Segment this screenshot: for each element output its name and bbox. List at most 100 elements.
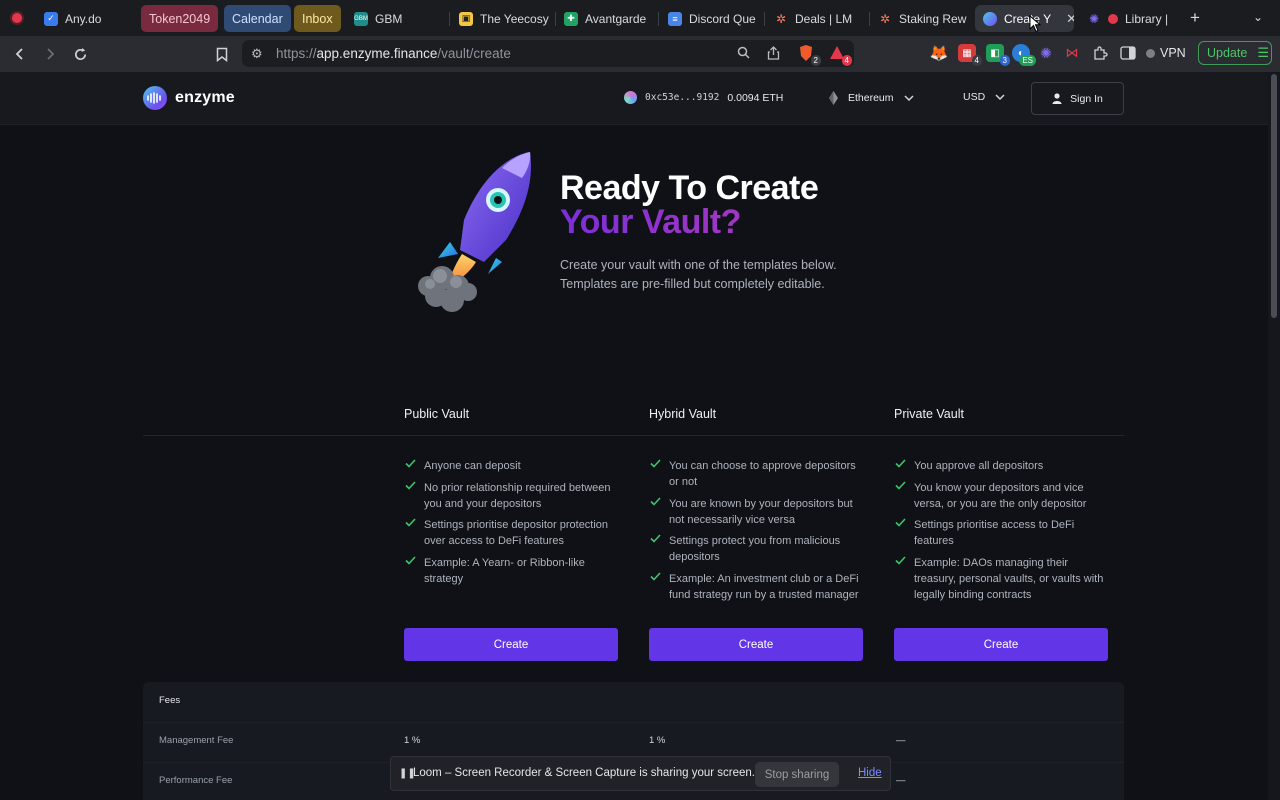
fees-title: Fees [159,695,181,706]
menu-icon: ☰ [1257,45,1269,60]
site-settings-icon[interactable]: ⚙ [251,46,263,62]
address-bar[interactable]: https://app.enzyme.finance/vault/create [242,40,854,67]
zoom-icon[interactable] [737,46,750,62]
extension-red-icon[interactable]: ▦ 4 [958,44,982,66]
tab-label: Create Y [1004,11,1052,26]
tab-staking-rewards[interactable]: ✲ Staking Rew [870,5,970,32]
private-vault-features: You approve all depositors You know your… [895,458,1110,608]
create-public-vault-button[interactable]: Create [404,628,618,661]
reload-icon[interactable] [71,45,89,63]
tab-group-label: Inbox [302,11,333,26]
chevron-down-icon [904,95,914,101]
bookmark-icon[interactable] [213,45,231,63]
docs-icon: ≡ [668,11,682,26]
tab-gbm[interactable]: GBM GBM [346,5,446,32]
network-selector[interactable]: Ethereum [829,91,914,105]
recording-indicator-icon[interactable] [6,8,28,28]
new-tab-icon[interactable]: + [1190,8,1200,28]
hybrid-vault-heading: Hybrid Vault [649,407,717,421]
tab-group-calendar[interactable]: Calendar [224,5,291,32]
tab-label: Avantgarde [585,11,647,26]
brave-shields-icon[interactable]: 2 [797,44,821,66]
check-icon [895,518,906,527]
tab-library[interactable]: ✺ Library | [1079,5,1179,32]
create-private-vault-button[interactable]: Create [894,628,1108,661]
tab-anydo[interactable]: ✓ Any.do [36,5,136,32]
page-scrollbar[interactable] [1268,72,1280,800]
check-icon [650,571,661,581]
feature-item: You can choose to approve depositors or … [650,458,865,490]
feature-item: Example: DAOs managing their treasury, p… [895,555,1110,603]
enzyme-logo-icon [143,86,167,110]
feature-item: You are known by your depositors but not… [650,496,865,528]
table-row: Management Fee 1 % 1 % — [143,722,1124,760]
tab-label: Library | [1125,11,1169,26]
tab-label: Deals | LM [795,11,853,26]
check-icon [405,555,416,565]
tab-yeecosy[interactable]: ▣ The Yeecosy [451,5,553,32]
create-hybrid-vault-button[interactable]: Create [649,628,863,661]
hubspot-icon: ✲ [775,11,787,26]
tab-deals[interactable]: ✲ Deals | LM [766,5,866,32]
feature-item: Example: A Yearn- or Ribbon-like strateg… [405,555,620,587]
tab-label: Discord Que [689,11,756,26]
hero-title: Ready To Create Your Vault? [560,169,819,241]
tab-label: The Yeecosy [480,11,549,26]
tab-create-vault[interactable]: Create Y ✕ [975,5,1074,32]
extension-bow-icon[interactable]: ⋈ [1063,44,1081,62]
extensions-puzzle-icon[interactable] [1091,44,1109,62]
settings-gear-icon: ✺ [1088,11,1100,26]
check-icon [895,555,906,565]
tab-group-inbox[interactable]: Inbox [294,5,341,32]
extension-blue-icon[interactable]: ◐ ES [1012,44,1036,66]
site-header: enzyme 0xc53e...9192 0.0094 ETH Ethereum… [0,72,1268,125]
private-vault-heading: Private Vault [894,407,964,421]
rocket-illustration [418,152,531,312]
hide-link[interactable]: Hide [858,767,882,779]
extension-gear-icon[interactable]: ✺ [1037,44,1055,62]
feature-item: Settings protect you from malicious depo… [650,533,865,565]
vpn-button[interactable]: VPN [1146,42,1186,64]
browser-tab-bar: ✓ Any.do Token2049 Calendar Inbox GBM GB… [0,0,1280,36]
tab-discord-que[interactable]: ≡ Discord Que [660,5,760,32]
public-vault-heading: Public Vault [404,407,470,421]
tab-group-token2049[interactable]: Token2049 [141,5,219,32]
vpn-status-icon [1146,48,1155,58]
sign-in-button[interactable]: Sign In [1031,82,1124,115]
sidebar-toggle-icon[interactable] [1119,44,1137,62]
check-icon [650,496,661,506]
feature-item: No prior relationship required between y… [405,480,620,512]
enzyme-icon [983,11,997,26]
feature-item: Settings prioritise depositor protection… [405,517,620,549]
share-icon[interactable] [767,46,780,63]
tab-label: Staking Rew [899,11,967,26]
tab-group-label: Calendar [232,11,283,26]
scrollbar-thumb[interactable] [1271,74,1277,318]
close-tab-icon[interactable]: ✕ [1066,11,1074,27]
tab-label: Any.do [65,11,102,26]
ethereum-icon [829,91,838,105]
stop-sharing-button[interactable]: Stop sharing [755,762,839,787]
forward-icon[interactable] [41,45,59,63]
screen-sharing-bar: ❚❚ Loom – Screen Recorder & Screen Captu… [390,756,891,791]
update-button[interactable]: Update ☰ [1198,41,1272,65]
tab-avantgarde[interactable]: ✚ Avantgarde [556,5,656,32]
feature-item: Settings prioritise access to DeFi featu… [895,517,1110,549]
check-icon [405,459,416,468]
chevron-down-icon[interactable]: ⌄ [1253,10,1263,24]
feature-item: Example: An investment club or a DeFi fu… [650,571,865,603]
currency-selector[interactable]: USD [963,91,1005,103]
enzyme-logo[interactable]: enzyme [143,86,235,110]
feature-item: You approve all depositors [895,458,1110,474]
feature-item: You know your depositors and vice versa,… [895,480,1110,512]
check-icon [895,480,906,490]
anydo-icon: ✓ [44,11,58,26]
brave-rewards-icon[interactable]: 4 [828,44,852,66]
hero-description: Create your vault with one of the templa… [560,258,837,291]
metamask-icon[interactable]: 🦊 [930,44,949,62]
back-icon[interactable] [11,45,29,63]
notion-icon: ▣ [459,11,473,26]
extension-green-icon[interactable]: ◧ 3 [986,44,1010,66]
feature-item: Anyone can deposit [405,458,620,474]
wallet-indicator[interactable]: 0xc53e...9192 0.0094 ETH [624,91,783,104]
